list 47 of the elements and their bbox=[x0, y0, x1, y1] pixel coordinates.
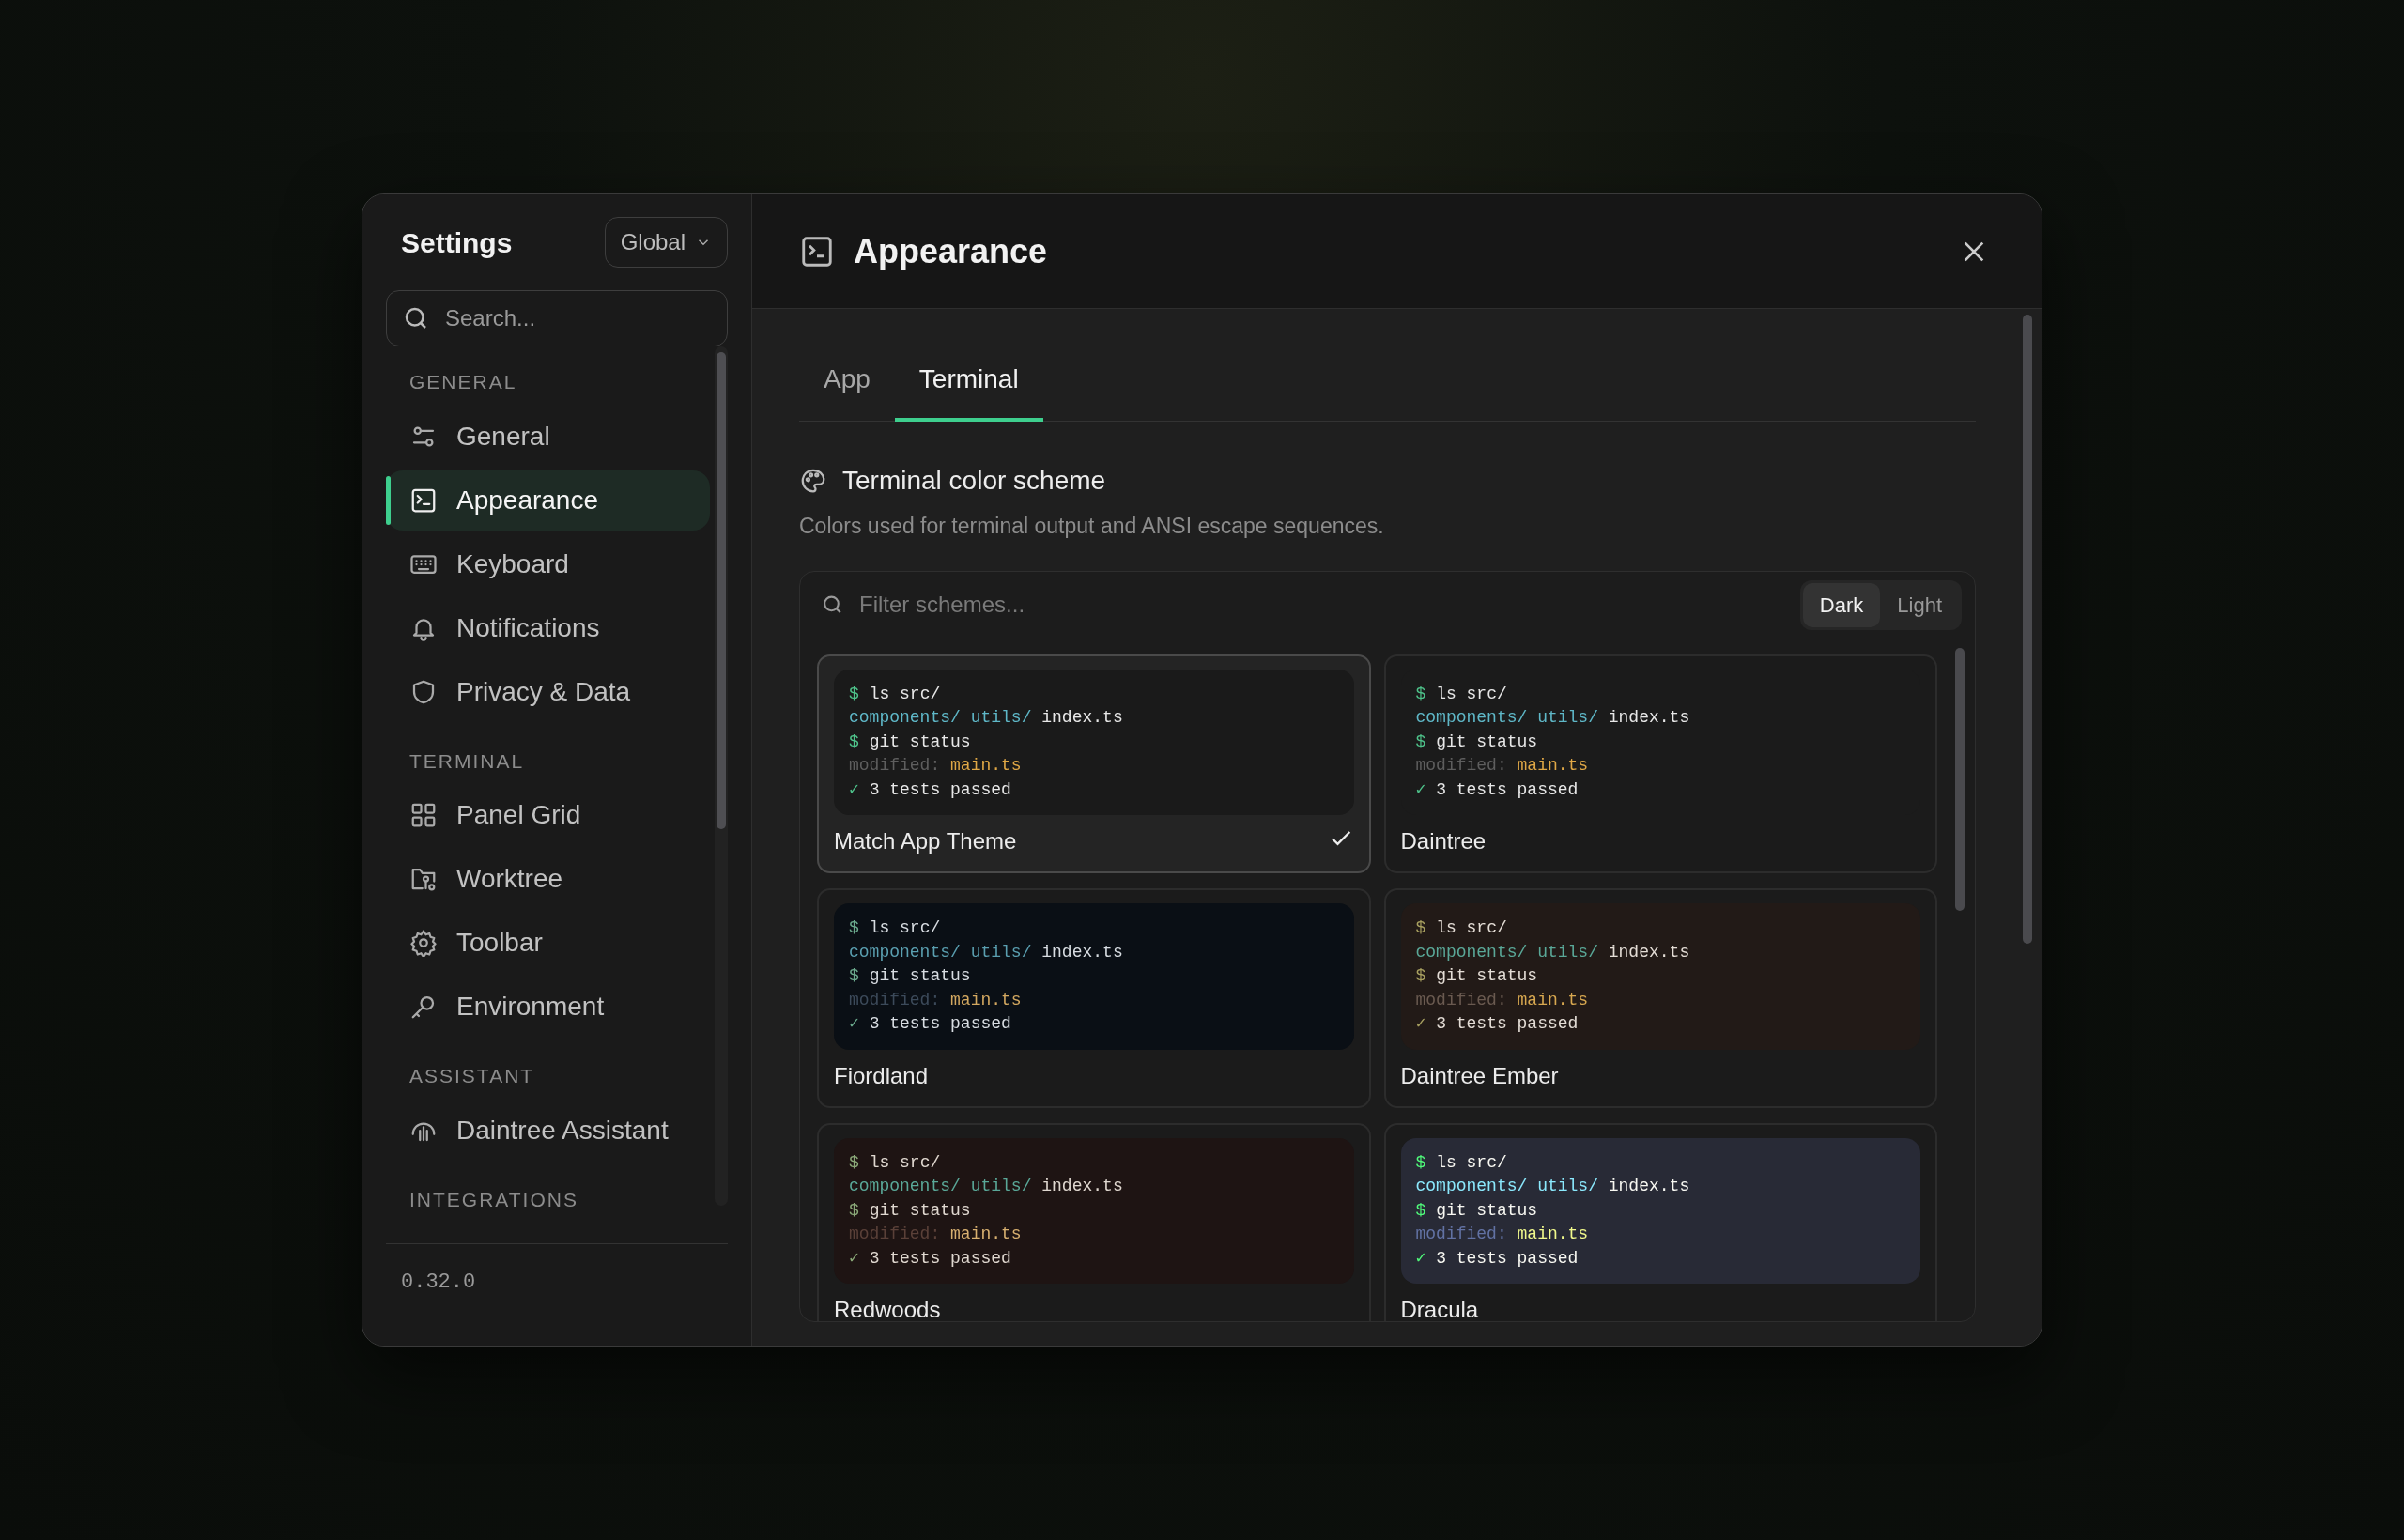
scheme-card[interactable]: $ ls src/ components/ utils/ index.ts $ git status modified: main.ts ✓ 3 tests passed Daintree bbox=[1383, 654, 1937, 873]
tab[interactable]: Terminal bbox=[894, 348, 1043, 422]
sidebar-item[interactable]: General bbox=[386, 406, 710, 467]
mode-option[interactable]: Dark bbox=[1802, 582, 1881, 627]
terminal-preview: $ ls src/ components/ utils/ index.ts $ git status modified: main.ts ✓ 3 tests passed bbox=[834, 669, 1354, 815]
page-title: Appearance bbox=[854, 230, 1048, 272]
grid-icon bbox=[409, 801, 438, 829]
section-label: GENERAL bbox=[408, 370, 518, 394]
mode-option[interactable]: Light bbox=[1880, 582, 1959, 627]
scheme-name: Match App Theme bbox=[834, 827, 1017, 855]
sidebar-item[interactable]: Privacy & Data bbox=[386, 661, 710, 722]
scheme-card[interactable]: $ ls src/ components/ utils/ index.ts $ git status modified: main.ts ✓ 3 tests passed Redwoods bbox=[817, 1122, 1371, 1321]
gear-icon bbox=[409, 929, 438, 957]
sidebar-item[interactable]: Worktree bbox=[386, 849, 710, 909]
section-label: INTEGRATIONS bbox=[408, 1187, 579, 1212]
sidebar-item[interactable]: Toolbar bbox=[386, 913, 710, 973]
sidebar-item[interactable]: Panel Grid bbox=[386, 785, 710, 845]
scheme-name: Daintree Ember bbox=[1400, 1061, 1559, 1090]
scheme-card[interactable]: $ ls src/ components/ utils/ index.ts $ git status modified: main.ts ✓ 3 tests passed Daintree Ember bbox=[1383, 888, 1937, 1108]
version-label: 0.32.0 bbox=[401, 1270, 476, 1294]
scheme-name: Dracula bbox=[1400, 1296, 1479, 1321]
section-title: Terminal color scheme bbox=[842, 465, 1106, 497]
scrollbar[interactable] bbox=[715, 346, 728, 1206]
sidebar-item[interactable]: Appearance bbox=[386, 470, 710, 531]
scheme-card[interactable]: $ ls src/ components/ utils/ index.ts $ git status modified: main.ts ✓ 3 tests passed Fiordland bbox=[817, 888, 1371, 1108]
terminal-preview: $ ls src/ components/ utils/ index.ts $ git status modified: main.ts ✓ 3 tests passed bbox=[834, 903, 1354, 1050]
search-input[interactable]: Search... bbox=[443, 300, 712, 336]
section-description: Colors used for terminal output and ANSI escape sequences. bbox=[799, 513, 1385, 540]
scheme-name: Fiordland bbox=[834, 1061, 929, 1090]
scheme-card[interactable]: $ ls src/ components/ utils/ index.ts $ git status modified: main.ts ✓ 3 tests passed Match App Theme bbox=[817, 654, 1371, 873]
sidebar-title: Settings bbox=[400, 225, 513, 260]
terminal-preview: $ ls src/ components/ utils/ index.ts $ git status modified: main.ts ✓ 3 tests passed bbox=[1400, 1137, 1920, 1284]
search-box[interactable]: Search... bbox=[386, 290, 728, 346]
palette-icon bbox=[799, 467, 827, 495]
scheme-card[interactable]: $ ls src/ components/ utils/ index.ts $ git status modified: main.ts ✓ 3 tests passed Dracula bbox=[1383, 1122, 1937, 1321]
scheme-name: Redwoods bbox=[834, 1296, 941, 1321]
section-label: TERMINAL bbox=[408, 748, 526, 774]
tab[interactable]: App bbox=[799, 348, 895, 422]
terminal-preview: $ ls src/ components/ utils/ index.ts $ git status modified: main.ts ✓ 3 tests passed bbox=[834, 1137, 1354, 1284]
sidebar-item[interactable]: Environment bbox=[386, 977, 710, 1037]
sidebar-item[interactable]: Notifications bbox=[386, 597, 710, 658]
scheme-name: Daintree bbox=[1400, 827, 1487, 855]
sidebar-item[interactable]: Keyboard bbox=[386, 533, 710, 594]
scope-dropdown[interactable]: Global bbox=[604, 217, 728, 268]
terminal-preview: $ ls src/ components/ utils/ index.ts $ git status modified: main.ts ✓ 3 tests passed bbox=[1400, 903, 1920, 1050]
sidebar-item[interactable]: Daintree Assistant bbox=[386, 1100, 710, 1161]
section-label: ASSISTANT bbox=[408, 1064, 536, 1088]
